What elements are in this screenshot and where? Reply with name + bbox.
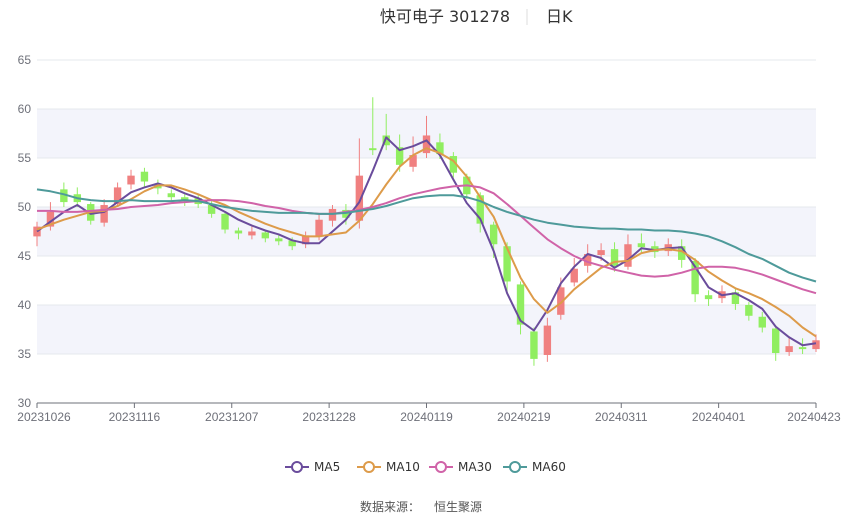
- x-tick-label: 20240219: [497, 410, 551, 424]
- candle-body: [772, 328, 780, 354]
- legend-item-ma10[interactable]: MA10: [357, 460, 420, 474]
- x-tick-label: 20231026: [17, 410, 71, 424]
- candle[interactable]: [140, 167, 149, 188]
- x-tick-label: 20240119: [400, 410, 453, 424]
- candle-body: [745, 305, 753, 316]
- legend-marker-ma5: [291, 461, 303, 473]
- legend-label-ma30: MA30: [458, 460, 492, 474]
- stock-kline-chart: 快可电子 301278 日K 30 35 40 45 50 55 60 65 20231026…: [17, 7, 841, 514]
- candle-body: [812, 340, 820, 350]
- legend-label-ma60: MA60: [532, 460, 566, 474]
- x-axis: 20231026 20231116 20231207 20231228 20240119…: [17, 402, 841, 424]
- chart-title: 快可电子 301278: [380, 7, 510, 26]
- x-tick-label: 20240401: [692, 410, 746, 424]
- candle-body: [624, 244, 632, 267]
- chart-container: 快可电子 301278 日K 30 35 40 45 50 55 60 65 20231026…: [0, 0, 850, 517]
- legend: MA5 MA10 MA30 MA60: [285, 460, 566, 474]
- candle-body: [543, 325, 552, 355]
- candle-body: [127, 175, 135, 185]
- x-tick-label: 20231207: [205, 410, 259, 424]
- source-label: 数据来源：: [360, 499, 420, 514]
- x-tick-label: 20240311: [595, 410, 648, 424]
- candle[interactable]: [167, 189, 176, 202]
- y-tick-label: 30: [18, 396, 32, 410]
- period-label[interactable]: 日K: [546, 7, 573, 26]
- candle[interactable]: [127, 169, 135, 190]
- legend-marker-ma10: [363, 461, 375, 473]
- band-35: [37, 305, 816, 354]
- legend-marker-ma30: [435, 461, 447, 473]
- source-name: 恒生聚源: [434, 500, 482, 514]
- y-tick-label: 40: [18, 298, 32, 312]
- x-tick-label: 20231116: [109, 410, 161, 424]
- candle-body: [637, 243, 646, 248]
- candle-body: [248, 231, 256, 236]
- legend-item-ma5[interactable]: MA5: [285, 460, 340, 474]
- y-axis: 30 35 40 45 50 55 60 65: [18, 53, 32, 410]
- legend-marker-ma60: [509, 461, 521, 473]
- candle-body: [597, 250, 605, 256]
- y-tick-label: 35: [18, 347, 32, 361]
- candle-body: [140, 171, 149, 182]
- candle[interactable]: [530, 327, 538, 366]
- x-tick-label: 20240423: [787, 410, 841, 424]
- candle-body: [221, 213, 229, 230]
- candle-body: [100, 205, 108, 223]
- candle-body: [369, 148, 377, 151]
- x-tick-label: 20231228: [302, 410, 356, 424]
- y-tick-label: 45: [18, 249, 32, 263]
- candle[interactable]: [704, 290, 713, 306]
- candle-body: [798, 347, 807, 350]
- candle-body: [315, 219, 323, 237]
- candle-body: [275, 238, 283, 242]
- legend-item-ma30[interactable]: MA30: [429, 460, 492, 474]
- candle-body: [758, 316, 766, 328]
- candle-body: [261, 232, 270, 239]
- y-tick-label: 65: [18, 53, 32, 67]
- y-tick-label: 60: [18, 102, 32, 116]
- candle-body: [530, 331, 538, 359]
- legend-label-ma10: MA10: [386, 460, 420, 474]
- legend-label-ma5: MA5: [314, 460, 340, 474]
- candle-body: [489, 224, 498, 245]
- candle-body: [234, 230, 243, 234]
- candle-body: [785, 346, 793, 353]
- candle[interactable]: [772, 325, 780, 361]
- band-45: [37, 207, 816, 256]
- candle-body: [167, 193, 176, 198]
- y-tick-label: 55: [18, 151, 32, 165]
- candle-body: [704, 295, 713, 300]
- y-tick-label: 50: [18, 200, 32, 214]
- legend-item-ma60[interactable]: MA60: [503, 460, 566, 474]
- candle[interactable]: [570, 257, 578, 287]
